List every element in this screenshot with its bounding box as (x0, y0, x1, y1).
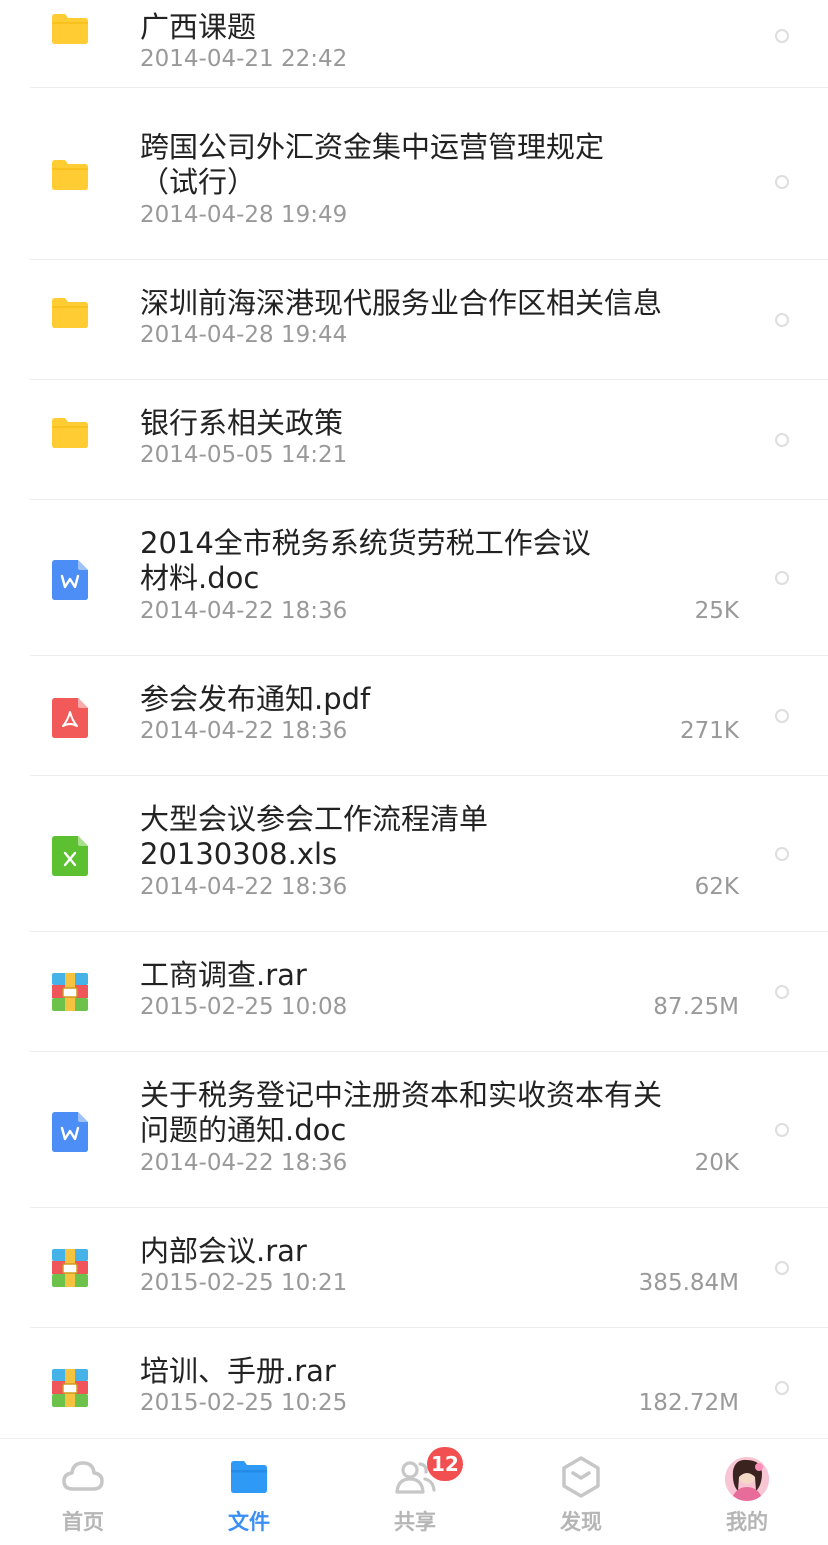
word-doc-icon (52, 1112, 88, 1152)
folder-icon (52, 298, 88, 338)
discover-hexagon-icon (559, 1455, 603, 1499)
excel-icon (52, 836, 88, 876)
share-badge: 12 (427, 1447, 463, 1481)
file-date: 2014-04-22 18:36 (140, 1150, 348, 1176)
tab-files[interactable]: 文件 (166, 1439, 332, 1545)
file-row[interactable]: 大型会议参会工作流程清单 20130308.xls 2014-04-22 18:3… (0, 776, 828, 932)
file-row[interactable]: 深圳前海深港现代服务业合作区相关信息 2014-04-28 19:44 (0, 260, 828, 380)
file-name: 深圳前海深港现代服务业合作区相关信息 (140, 286, 663, 320)
folder-icon (52, 14, 88, 54)
folder-icon (52, 418, 88, 458)
file-row[interactable]: 参会发布通知.pdf 2014-04-22 18:36 271K (0, 656, 828, 776)
file-row[interactable]: 关于税务登记中注册资本和实收资本有关 问题的通知.doc 2014-04-22 1… (0, 1052, 828, 1208)
pdf-icon (52, 698, 88, 738)
file-date: 2014-04-21 22:42 (140, 46, 348, 72)
file-row[interactable]: 内部会议.rar 2015-02-25 10:21 385.84M (0, 1208, 828, 1328)
tab-label: 文件 (228, 1510, 270, 1534)
file-name: 跨国公司外汇资金集中运营管理规定 （试行） (140, 130, 605, 199)
select-radio[interactable] (775, 1381, 789, 1395)
file-date: 2014-05-05 14:21 (140, 442, 348, 468)
file-row[interactable]: 培训、手册.rar 2015-02-25 10:25 182.72M (0, 1328, 828, 1448)
rar-archive-icon (52, 1369, 88, 1409)
file-size: 20K (694, 1150, 739, 1176)
file-name: 银行系相关政策 (140, 406, 344, 440)
file-size: 271K (680, 718, 739, 744)
tab-label: 首页 (62, 1510, 104, 1534)
tab-discover[interactable]: 发现 (498, 1439, 664, 1545)
file-date: 2014-04-28 19:44 (140, 322, 348, 348)
tab-label: 共享 (394, 1510, 436, 1534)
file-name: 2014全市税务系统货劳税工作会议 材料.doc (140, 526, 591, 595)
file-size: 182.72M (638, 1390, 739, 1416)
file-name: 关于税务登记中注册资本和实收资本有关 问题的通知.doc (140, 1078, 663, 1147)
file-row[interactable]: 广西课题 2014-04-21 22:42 (0, 0, 828, 88)
rar-archive-icon (52, 1249, 88, 1289)
folder-tab-icon (227, 1455, 271, 1499)
tab-share[interactable]: 12 共享 (332, 1439, 498, 1545)
tab-mine[interactable]: 我的 (664, 1439, 828, 1545)
select-radio[interactable] (775, 1123, 789, 1137)
select-radio[interactable] (775, 29, 789, 43)
select-radio[interactable] (775, 175, 789, 189)
file-name: 内部会议.rar (140, 1234, 307, 1268)
select-radio[interactable] (775, 433, 789, 447)
file-row[interactable]: 跨国公司外汇资金集中运营管理规定 （试行） 2014-04-28 19:49 (0, 104, 828, 260)
file-date: 2015-02-25 10:08 (140, 994, 348, 1020)
folder-icon (52, 160, 88, 200)
select-radio[interactable] (775, 1261, 789, 1275)
file-name: 参会发布通知.pdf (140, 682, 371, 716)
file-date: 2015-02-25 10:25 (140, 1390, 348, 1416)
file-row[interactable]: 工商调查.rar 2015-02-25 10:08 87.25M (0, 932, 828, 1052)
tab-home[interactable]: 首页 (0, 1439, 166, 1545)
file-name: 培训、手册.rar (140, 1354, 336, 1388)
file-name: 工商调查.rar (140, 958, 307, 992)
file-size: 62K (694, 874, 739, 900)
bottom-tab-bar: 首页 文件 12 共享 发现 我的 (0, 1438, 828, 1545)
rar-archive-icon (52, 973, 88, 1013)
file-name: 广西课题 (140, 10, 257, 44)
file-row[interactable]: 银行系相关政策 2014-05-05 14:21 (0, 380, 828, 500)
file-date: 2014-04-28 19:49 (140, 202, 348, 228)
file-name: 大型会议参会工作流程清单 20130308.xls (140, 802, 489, 871)
select-radio[interactable] (775, 709, 789, 723)
tab-label: 我的 (726, 1510, 768, 1534)
select-radio[interactable] (775, 847, 789, 861)
cloud-icon (61, 1455, 105, 1499)
file-row[interactable]: 2014全市税务系统货劳税工作会议 材料.doc 2014-04-22 18:36… (0, 500, 828, 656)
select-radio[interactable] (775, 313, 789, 327)
file-date: 2014-04-22 18:36 (140, 598, 348, 624)
select-radio[interactable] (775, 985, 789, 999)
word-doc-icon (52, 560, 88, 600)
file-size: 385.84M (638, 1270, 739, 1296)
file-date: 2015-02-25 10:21 (140, 1270, 348, 1296)
tab-label: 发现 (560, 1510, 602, 1534)
avatar (725, 1457, 769, 1501)
file-date: 2014-04-22 18:36 (140, 718, 348, 744)
file-date: 2014-04-22 18:36 (140, 874, 348, 900)
file-size: 25K (694, 598, 739, 624)
row-divider (30, 87, 828, 88)
select-radio[interactable] (775, 571, 789, 585)
file-size: 87.25M (653, 994, 739, 1020)
